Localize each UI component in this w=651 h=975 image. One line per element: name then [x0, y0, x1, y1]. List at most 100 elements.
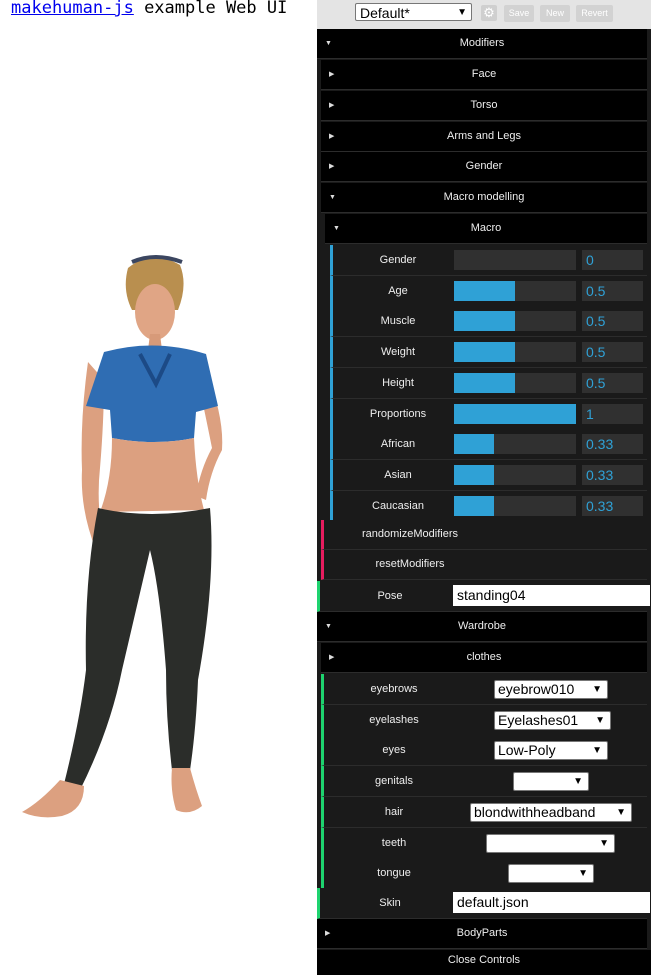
- slider-label: Muscle: [380, 315, 416, 327]
- skin-input[interactable]: default.json: [453, 892, 650, 913]
- folder-macro[interactable]: ▼ Macro: [325, 214, 647, 244]
- gear-icon[interactable]: ⚙: [481, 5, 497, 21]
- proxy-select[interactable]: ▼: [513, 772, 589, 791]
- revert-button[interactable]: Revert: [576, 5, 613, 22]
- slider-row: African 0.33: [330, 429, 647, 460]
- proxy-row: teeth ▼: [321, 828, 647, 859]
- proxy-select-value: Eyelashes01: [498, 712, 579, 728]
- proxy-select-value: eyebrow010: [498, 681, 575, 697]
- slider-value-input[interactable]: 0.5: [582, 373, 643, 393]
- proxy-select[interactable]: Eyelashes01 ▼: [494, 711, 611, 730]
- chevron-down-icon: ▼: [592, 684, 602, 695]
- proxy-label: teeth: [381, 837, 407, 849]
- slider-value-input[interactable]: 0.5: [582, 311, 643, 331]
- proxy-select[interactable]: ▼: [486, 834, 615, 853]
- reset-modifiers-button[interactable]: resetModifiers: [321, 550, 647, 580]
- new-button[interactable]: New: [540, 5, 570, 22]
- folder-torso[interactable]: ▶ Torso: [321, 91, 647, 121]
- close-controls-button[interactable]: Close Controls: [317, 950, 651, 975]
- slider-row: Gender 0: [330, 245, 647, 276]
- slider-fill: [454, 465, 495, 485]
- folder-clothes[interactable]: ▶ clothes: [321, 643, 647, 673]
- slider-value-input[interactable]: 0: [582, 250, 643, 270]
- human-model-viewport[interactable]: [0, 250, 240, 830]
- proxy-row: eyebrows eyebrow010 ▼: [321, 674, 647, 705]
- proxy-label: hair: [384, 806, 404, 818]
- slider-row: Muscle 0.5: [330, 306, 647, 337]
- randomize-modifiers-button[interactable]: randomizeModifiers: [321, 520, 647, 550]
- slider-fill: [454, 404, 576, 424]
- slider-label: Gender: [379, 254, 417, 266]
- slider-value-input[interactable]: 0.5: [582, 342, 643, 362]
- slider-label: Caucasian: [372, 500, 424, 512]
- folder-macro-modelling[interactable]: ▼ Macro modelling: [321, 183, 647, 213]
- proxy-select[interactable]: blondwithheadband ▼: [470, 803, 632, 822]
- preset-select[interactable]: Default* ▼: [355, 3, 472, 21]
- chevron-down-icon: ▼: [457, 7, 467, 18]
- slider-value-input[interactable]: 1: [582, 404, 643, 424]
- slider-value-input[interactable]: 0.33: [582, 496, 643, 516]
- slider-label: Weight: [380, 346, 416, 358]
- chevron-down-icon: ▼: [616, 807, 626, 818]
- slider-fill: [454, 496, 495, 516]
- proxy-row: hair blondwithheadband ▼: [321, 797, 647, 828]
- slider-label: Asian: [384, 469, 412, 481]
- proxy-select[interactable]: eyebrow010 ▼: [494, 680, 608, 699]
- slider-track[interactable]: [454, 465, 576, 485]
- pose-row: Pose standing04: [317, 581, 650, 612]
- slider-fill: [454, 434, 495, 454]
- proxy-row: eyelashes Eyelashes01 ▼: [321, 705, 647, 736]
- proxy-label: eyebrows: [370, 683, 418, 695]
- slider-fill: [454, 311, 515, 331]
- page-heading-text: example Web UI: [133, 0, 288, 18]
- folder-wardrobe[interactable]: ▼ Wardrobe: [317, 612, 647, 642]
- proxy-select[interactable]: Low-Poly ▼: [494, 741, 608, 760]
- slider-label: African: [380, 438, 416, 450]
- save-button[interactable]: Save: [504, 5, 534, 22]
- skin-row: Skin default.json: [317, 888, 650, 919]
- slider-row: Weight 0.5: [330, 337, 647, 368]
- proxy-label: eyelashes: [369, 714, 419, 726]
- chevron-down-icon: ▼: [573, 776, 583, 787]
- chevron-down-icon: ▼: [599, 838, 609, 849]
- folder-arms-and-legs[interactable]: ▶ Arms and Legs: [321, 122, 647, 152]
- proxy-row: eyes Low-Poly ▼: [321, 735, 647, 766]
- slider-row: Height 0.5: [330, 368, 647, 399]
- slider-fill: [454, 281, 515, 301]
- slider-value-input[interactable]: 0.33: [582, 434, 643, 454]
- slider-track[interactable]: [454, 434, 576, 454]
- proxy-label: genitals: [375, 775, 413, 787]
- slider-row: Proportions 1: [330, 399, 647, 430]
- slider-row: Caucasian 0.33: [330, 491, 647, 522]
- slider-label: Age: [388, 285, 408, 297]
- slider-row: Age 0.5: [330, 276, 647, 307]
- slider-track[interactable]: [454, 496, 576, 516]
- slider-track[interactable]: [454, 281, 576, 301]
- slider-value-input[interactable]: 0.5: [582, 281, 643, 301]
- proxy-label: tongue: [377, 867, 411, 879]
- folder-modifiers[interactable]: ▼ Modifiers: [317, 29, 647, 59]
- slider-label: Proportions: [369, 408, 427, 420]
- slider-value-input[interactable]: 0.33: [582, 465, 643, 485]
- pose-input[interactable]: standing04: [453, 585, 650, 606]
- preset-toolbar: Default* ▼ ⚙ Save New Revert: [317, 0, 651, 29]
- chevron-down-icon: ▼: [595, 715, 605, 726]
- slider-track[interactable]: [454, 250, 576, 270]
- slider-track[interactable]: [454, 311, 576, 331]
- slider-fill: [454, 373, 515, 393]
- page-heading: makehuman-js example Web UI: [11, 0, 287, 18]
- chevron-down-icon: ▼: [578, 868, 588, 879]
- folder-gender[interactable]: ▶ Gender: [321, 152, 647, 182]
- proxy-select-value: Low-Poly: [498, 742, 556, 758]
- chevron-down-icon: ▼: [592, 745, 602, 756]
- folder-face[interactable]: ▶ Face: [321, 60, 647, 90]
- makehuman-js-link[interactable]: makehuman-js: [11, 0, 134, 18]
- pose-label: Pose: [377, 590, 403, 602]
- slider-track[interactable]: [454, 373, 576, 393]
- slider-label: Height: [382, 377, 414, 389]
- proxy-select[interactable]: ▼: [508, 864, 594, 883]
- slider-track[interactable]: [454, 404, 576, 424]
- folder-bodyparts[interactable]: ▶ BodyParts: [317, 919, 647, 949]
- skin-label: Skin: [379, 897, 401, 909]
- slider-track[interactable]: [454, 342, 576, 362]
